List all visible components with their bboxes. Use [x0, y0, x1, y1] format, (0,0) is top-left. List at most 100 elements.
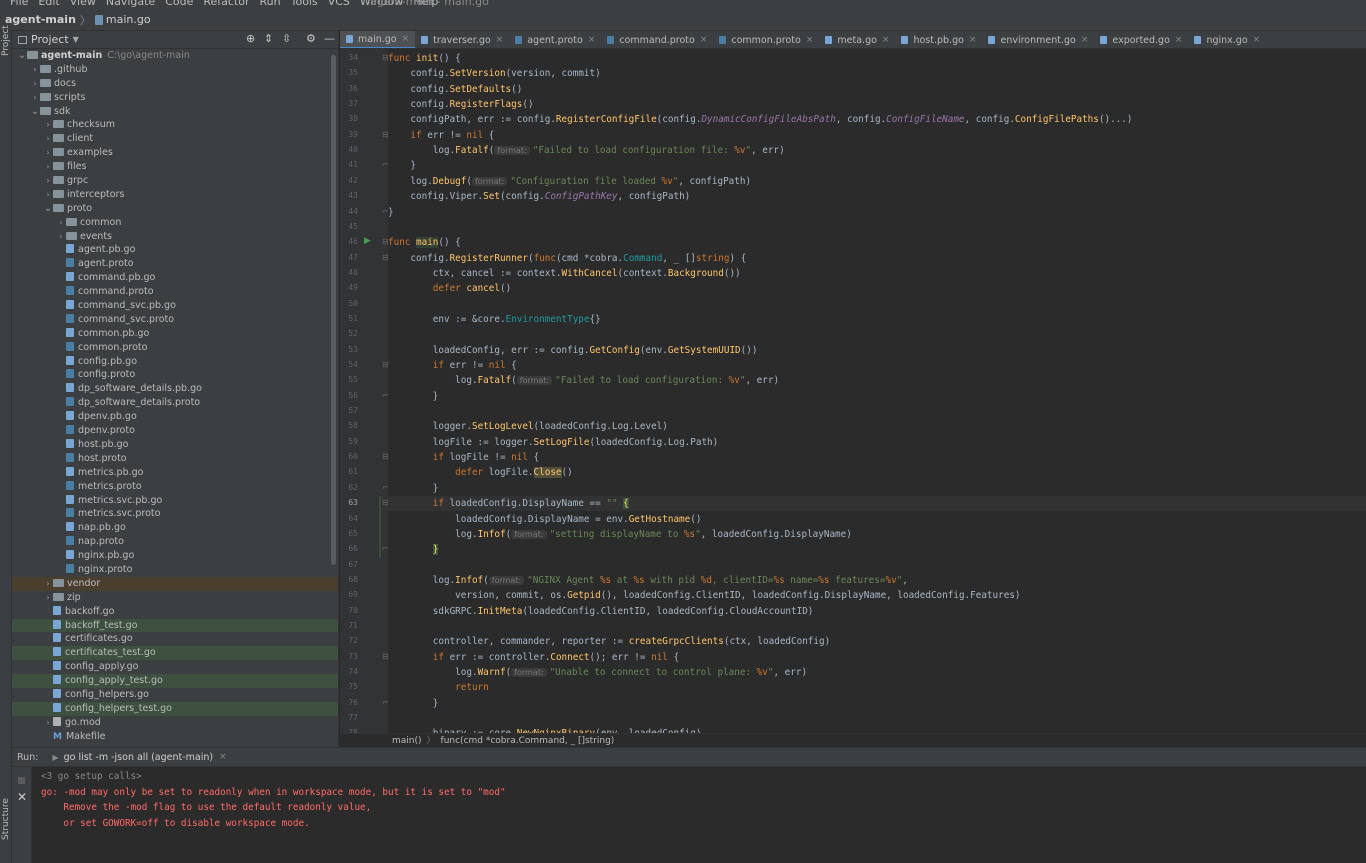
tree-folder[interactable]: ⌄ agent-main C:\go\agent-main — [12, 49, 338, 63]
tree-file[interactable]: agent.proto — [12, 257, 338, 271]
code-line[interactable]: logFile := logger.SetLogFile(loadedConfi… — [388, 435, 1366, 450]
menu-item-view[interactable]: View — [70, 0, 96, 8]
chevron-down-icon[interactable]: ⌄ — [17, 49, 27, 63]
menu-item-tools[interactable]: Tools — [291, 0, 318, 8]
editor-tab[interactable]: traverser.go × — [415, 31, 509, 48]
code-line[interactable]: binary := core.NewNginxBinary(env, loade… — [388, 726, 1366, 733]
stop-icon[interactable] — [18, 777, 25, 784]
tree-file[interactable]: dpenv.proto — [12, 424, 338, 438]
tree-file[interactable]: agent.pb.go — [12, 243, 338, 257]
console-output[interactable]: <3 go setup calls> go: -mod may only be s… — [41, 769, 506, 831]
close-icon[interactable]: × — [700, 35, 708, 45]
code-line[interactable]: return — [388, 680, 1366, 695]
run-gutter-icon[interactable]: ▶ — [364, 236, 371, 246]
code-line[interactable]: log.Infof(format: "setting displayName to… — [388, 527, 1366, 542]
close-icon[interactable]: × — [806, 35, 814, 45]
code-line[interactable]: } — [388, 158, 1366, 173]
editor-tab[interactable]: meta.go × — [819, 31, 895, 48]
code-editor[interactable]: 34 ⊟ 35 36 37 38 39 ⊟ 40 41 ⌐ 42 43 44 ⌐ 45 46 ⊟ ▶ 47 ⊟ 48 49 5… — [340, 49, 1366, 733]
code-line[interactable]: env := &core.EnvironmentType{} — [388, 312, 1366, 327]
chevron-right-icon[interactable]: › — [43, 146, 53, 160]
menu-item-navigate[interactable]: Navigate — [106, 0, 155, 8]
tree-folder[interactable]: › docs — [12, 77, 338, 91]
code-line[interactable]: controller, commander, reporter := creat… — [388, 634, 1366, 649]
tree-file[interactable]: certificates.go — [12, 632, 338, 646]
close-icon[interactable]: × — [882, 35, 890, 45]
chevron-right-icon[interactable]: › — [43, 132, 53, 146]
breadcrumb-item[interactable]: func(cmd *cobra.Command, _ []string) — [441, 736, 615, 746]
close-icon[interactable]: × — [1175, 35, 1183, 45]
editor-tab[interactable]: agent.proto × — [509, 31, 601, 48]
code-line[interactable]: config.SetDefaults() — [388, 82, 1366, 97]
tree-folder[interactable]: › client — [12, 132, 338, 146]
code-line[interactable] — [388, 619, 1366, 634]
chevron-right-icon[interactable]: › — [43, 577, 53, 591]
tree-folder[interactable]: › events — [12, 230, 338, 244]
tree-file[interactable]: common.proto — [12, 341, 338, 355]
tree-file[interactable]: common.pb.go — [12, 327, 338, 341]
chevron-right-icon[interactable]: › — [43, 160, 53, 174]
tree-file[interactable]: dp_software_details.pb.go — [12, 382, 338, 396]
tree-file[interactable]: command_svc.pb.go — [12, 299, 338, 313]
editor-tab[interactable]: command.proto × — [601, 31, 713, 48]
tree-file[interactable]: metrics.pb.go — [12, 466, 338, 480]
code-line[interactable]: func init() { — [388, 51, 1366, 66]
tree-file[interactable]: › go.mod — [12, 716, 338, 730]
code-line[interactable]: configPath, err := config.RegisterConfig… — [388, 112, 1366, 127]
editor-tab[interactable]: host.pb.go × — [895, 31, 982, 48]
tree-file[interactable]: nginx.pb.go — [12, 549, 338, 563]
chevron-right-icon[interactable]: › — [56, 216, 66, 230]
tree-file[interactable]: config_apply.go — [12, 660, 338, 674]
code-line[interactable]: if err != nil { — [388, 358, 1366, 373]
tree-file[interactable]: M Makefile — [12, 730, 338, 744]
tree-folder[interactable]: › examples — [12, 146, 338, 160]
code-line[interactable] — [388, 711, 1366, 726]
expand-all-icon[interactable]: ⇕ — [264, 32, 273, 45]
code-line[interactable]: } — [388, 696, 1366, 711]
code-line[interactable]: func main() { — [388, 235, 1366, 250]
tree-file[interactable]: config.pb.go — [12, 355, 338, 369]
chevron-right-icon[interactable]: › — [56, 230, 66, 244]
code-line[interactable]: sdkGRPC.InitMeta(loadedConfig.ClientID, … — [388, 604, 1366, 619]
tree-file[interactable]: host.pb.go — [12, 438, 338, 452]
tree-folder[interactable]: ⌄ proto — [12, 202, 338, 216]
project-scrollbar[interactable] — [331, 55, 336, 565]
tree-file[interactable]: command.proto — [12, 285, 338, 299]
tree-file[interactable]: command.pb.go — [12, 271, 338, 285]
tree-file[interactable]: backoff.go — [12, 605, 338, 619]
code-line[interactable]: loadedConfig.DisplayName = env.GetHostna… — [388, 512, 1366, 527]
structure-tool-button[interactable]: Structure — [1, 798, 11, 840]
tree-file[interactable]: host.proto — [12, 452, 338, 466]
tree-folder[interactable]: ⌄ sdk — [12, 105, 338, 119]
breadcrumb-item[interactable]: main() — [392, 736, 422, 746]
code-line[interactable]: log.Warnf(format: "Unable to connect to c… — [388, 665, 1366, 680]
menu-item-code[interactable]: Code — [165, 0, 193, 8]
code-line[interactable] — [388, 297, 1366, 312]
tree-file[interactable]: certificates_test.go — [12, 646, 338, 661]
tree-folder[interactable]: › common — [12, 216, 338, 230]
code-line[interactable] — [388, 220, 1366, 235]
code-line[interactable] — [388, 558, 1366, 573]
nav-file-name[interactable]: main.go — [106, 13, 151, 26]
code-line[interactable]: log.Debugf(format: "Configuration file lo… — [388, 174, 1366, 189]
code-line[interactable]: config.RegisterRunner(func(cmd *cobra.Co… — [388, 251, 1366, 266]
tree-file[interactable]: config.proto — [12, 368, 338, 382]
editor-tab[interactable]: environment.go × — [982, 31, 1094, 48]
code-line[interactable]: config.RegisterFlags() — [388, 97, 1366, 112]
code-line[interactable]: log.Fatalf(format: "Failed to load config… — [388, 143, 1366, 158]
code-line[interactable]: logger.SetLogLevel(loadedConfig.Log.Leve… — [388, 419, 1366, 434]
nav-project-name[interactable]: agent-main — [5, 13, 76, 26]
code-line[interactable]: if logFile != nil { — [388, 450, 1366, 465]
menu-item-file[interactable]: File — [10, 0, 28, 8]
tree-file[interactable]: config_apply_test.go — [12, 674, 338, 688]
code-line[interactable]: log.Fatalf(format: "Failed to load config… — [388, 373, 1366, 388]
chevron-down-icon[interactable]: ▼ — [73, 35, 79, 44]
menu-item-run[interactable]: Run — [260, 0, 281, 8]
project-tool-button[interactable]: Project — [1, 25, 11, 56]
tree-folder[interactable]: › zip — [12, 591, 338, 605]
tree-file[interactable]: command_svc.proto — [12, 313, 338, 327]
code-line[interactable]: if err != nil { — [388, 128, 1366, 143]
chevron-right-icon[interactable]: › — [30, 63, 40, 77]
code-line[interactable] — [388, 404, 1366, 419]
chevron-down-icon[interactable]: ⌄ — [30, 105, 40, 119]
